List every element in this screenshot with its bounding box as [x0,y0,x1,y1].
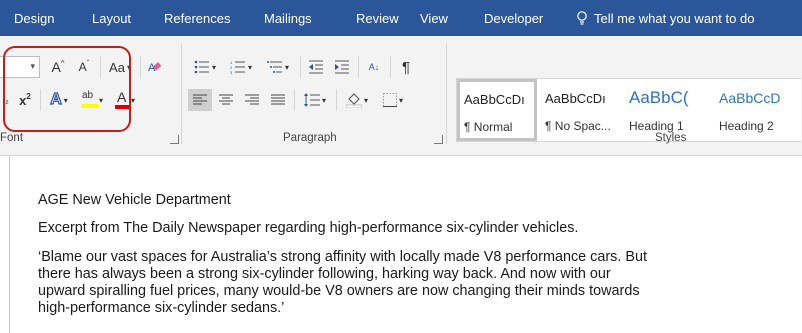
numbered-list-icon: 1 2 3 [230,60,245,74]
align-left-icon [193,94,207,105]
numbering-button[interactable]: 1 2 3 ▾ [224,56,258,78]
group-separator [446,44,447,144]
style-sample: AaBbC( [629,88,689,107]
style-normal[interactable]: AaBbCcDı ¶ Normal [457,79,537,141]
style-sample: AaBbCcDı [545,91,606,106]
justify-icon [271,94,285,105]
tab-review[interactable]: Review [328,0,404,36]
chevron-down-icon: ▾ [211,62,216,72]
line-spacing-icon [303,93,320,107]
tab-label: View [420,10,448,26]
separator [300,56,301,78]
chevron-down-icon: ▾ [130,95,135,105]
align-right-button[interactable] [240,89,264,111]
paragraph-group-label: Paragraph [283,132,337,144]
document-title: AGE New Vehicle Department [38,192,231,208]
group-separator [181,44,182,144]
separator [140,56,141,78]
align-right-icon [245,94,259,105]
tab-references[interactable]: References [140,0,236,36]
lightbulb-icon [577,11,587,25]
shading-button[interactable]: ▾ [340,89,374,111]
bullets-button[interactable]: ▾ [188,56,222,78]
chevron-down-icon: ▾ [321,95,326,105]
tab-label: Layout [92,10,132,26]
excerpt-paragraph: Excerpt from The Daily Newspaper regardi… [38,220,579,236]
quote-line: ‘Blame our vast spaces for Australia’s s… [38,249,647,265]
tab-label: Mailings [264,10,312,26]
style-heading-2[interactable]: AaBbCcD Heading 2 [715,79,802,141]
borders-button[interactable]: ▾ [376,89,410,111]
svg-text:3: 3 [230,70,233,74]
eraser-icon: A [148,62,162,74]
separator [294,89,295,111]
sort-icon: A↓ [368,62,380,72]
align-left-button[interactable] [188,89,212,111]
bullet-list-icon [194,60,209,74]
paragraph-dialog-launcher-icon[interactable] [434,135,443,144]
decrease-indent-button[interactable] [304,56,328,78]
highlight-annotation [3,46,131,132]
style-no-spacing[interactable]: AaBbCcDı ¶ No Spac... [541,79,621,141]
tab-developer[interactable]: Developer [460,0,564,36]
tab-label: Developer [484,10,544,26]
style-name: ¶ No Spac... [545,119,611,133]
tab-layout[interactable]: Layout [60,0,140,36]
borders-icon [382,93,397,107]
style-sample: AaBbCcDı [464,92,525,107]
quote-line: high-performance six-cylinder sedans.’ [38,300,285,316]
pilcrow-icon: ¶ [401,58,411,76]
style-sample: AaBbCcD [719,90,781,106]
decrease-indent-icon [309,60,323,74]
show-formatting-button[interactable]: ¶ [394,56,418,78]
chevron-down-icon: ▾ [247,62,252,72]
paint-bucket-icon [345,93,362,108]
ribbon-tab-bar: Design Layout References Mailings Review… [0,0,802,36]
ribbon-body: ▾ A ^ Aˇ Aa ▾ A ₂ x2 A ▾ ab ▾ A ▾ Font ▾… [0,36,802,156]
line-spacing-button[interactable]: ▾ [298,89,332,111]
tell-me-text: Tell me what you want to do [594,10,755,26]
tab-label: Review [356,10,399,26]
increase-indent-button[interactable] [330,56,354,78]
justify-button[interactable] [266,89,290,111]
separator [358,56,359,78]
chevron-down-icon: ▾ [284,62,289,72]
tab-mailings[interactable]: Mailings [236,0,328,36]
separator [336,89,337,111]
style-name: Heading 1 [629,119,684,133]
separator [390,56,391,78]
increase-indent-icon [335,60,349,74]
multilevel-list-icon [266,61,282,73]
style-name: Heading 2 [719,119,774,133]
font-group-label: Font [0,132,24,144]
quote-paragraph: ‘Blame our vast spaces for Australia’s s… [38,249,783,317]
quote-line: there has always been a strong six-cylin… [38,266,611,282]
tab-label: References [164,10,231,26]
style-name: ¶ Normal [464,120,513,134]
chevron-down-icon: ▾ [398,95,403,105]
chevron-down-icon: ▾ [363,95,368,105]
tab-label: Design [14,10,55,26]
quote-line: upward spiralling fuel prices, many woul… [38,283,640,299]
font-dialog-launcher-icon[interactable] [170,135,179,144]
clear-formatting-button[interactable]: A [144,56,166,78]
document-page[interactable]: AGE New Vehicle Department Excerpt from … [0,156,802,333]
styles-gallery: AaBbCcDı ¶ Normal AaBbCcDı ¶ No Spac... … [456,78,801,142]
align-center-icon [219,94,233,105]
multilevel-list-button[interactable]: ▾ [260,56,296,78]
align-center-button[interactable] [214,89,238,111]
tab-view[interactable]: View [404,0,460,36]
styles-group-label: Styles [655,132,687,144]
tab-design[interactable]: Design [0,0,60,36]
sort-button[interactable]: A↓ [362,56,386,78]
page-edge [9,156,10,333]
tell-me-box[interactable]: Tell me what you want to do [564,11,754,26]
